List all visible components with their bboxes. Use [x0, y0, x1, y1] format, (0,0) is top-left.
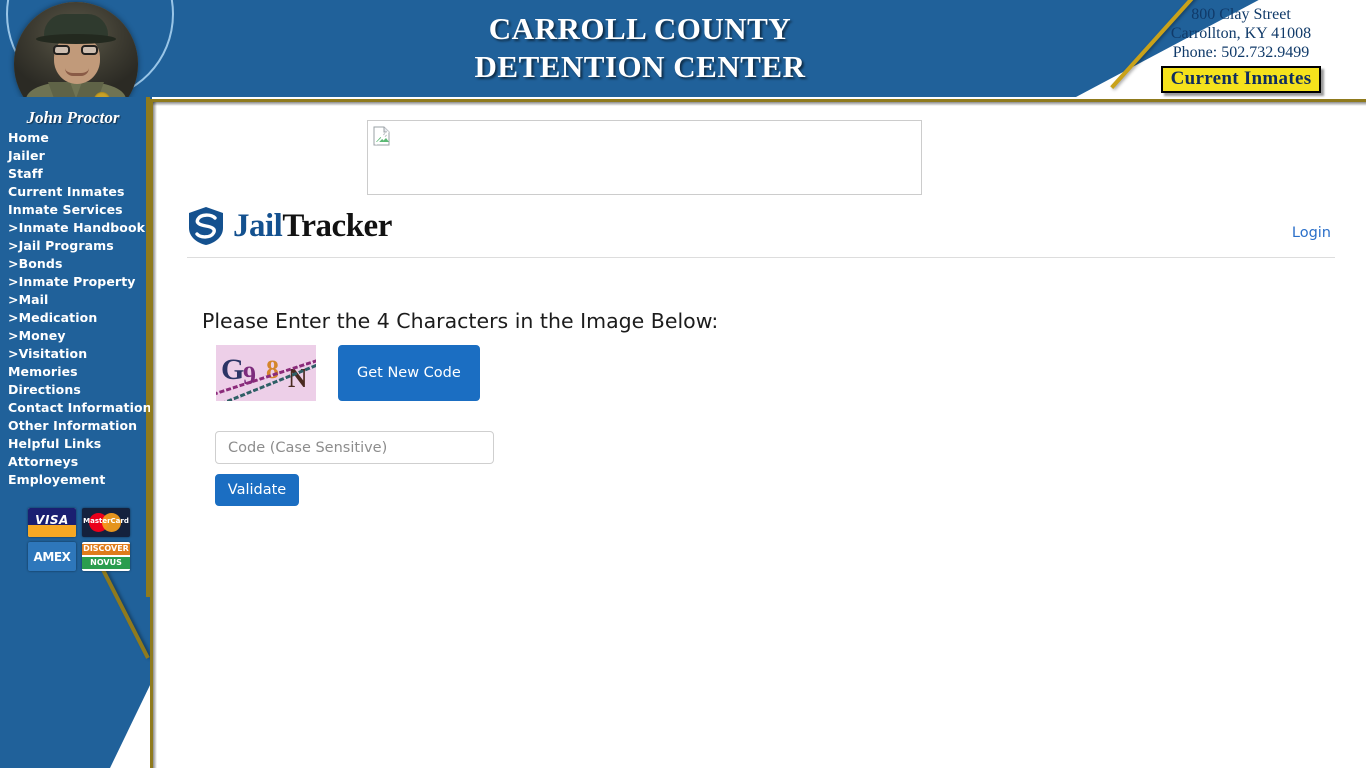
- address-city-state-zip: Carrollton, KY 41008: [1170, 25, 1312, 42]
- facility-title-line1: CARROLL COUNTY: [488, 11, 792, 46]
- captcha-code-input[interactable]: [215, 431, 494, 464]
- sidebar-item-label: Money: [18, 328, 66, 343]
- sidebar-item-label: Contact Information: [8, 400, 152, 415]
- jailtracker-header: JailTracker Login: [187, 206, 1335, 258]
- sidebar-item-label: Mail: [18, 292, 49, 307]
- sidebar-item-home[interactable]: Home: [8, 129, 148, 147]
- get-new-code-button[interactable]: Get New Code: [338, 345, 480, 401]
- mastercard-label: MasterCard: [83, 517, 129, 525]
- jailtracker-logo: JailTracker: [187, 206, 392, 246]
- sidebar-item-inmate-property[interactable]: >Inmate Property: [8, 273, 148, 291]
- sidebar-item-label: Visitation: [18, 346, 88, 361]
- captcha-char-2: 9: [243, 361, 256, 390]
- sidebar-item-employement[interactable]: Employement: [8, 471, 148, 489]
- sidebar-item-label: Inmate Services: [8, 202, 123, 217]
- novus-label: NOVUS: [90, 558, 122, 567]
- facility-address-block: 800 Clay Street Carrollton, KY 41008 Pho…: [1126, 5, 1356, 93]
- sidebar-item-label: Other Information: [8, 418, 138, 433]
- sidebar-item-directions[interactable]: Directions: [8, 381, 148, 399]
- chevron-right-icon: >: [8, 238, 19, 253]
- chevron-right-icon: >: [8, 292, 19, 307]
- chevron-right-icon: >: [8, 328, 19, 343]
- chevron-right-icon: >: [8, 310, 19, 325]
- chevron-right-icon: >: [8, 256, 19, 271]
- main-content: JailTracker Login Please Enter the 4 Cha…: [157, 106, 1366, 768]
- visa-label: VISA: [35, 513, 69, 527]
- sidebar-item-label: Inmate Handbook: [18, 220, 146, 235]
- sidebar-item-label: Employement: [8, 472, 106, 487]
- validate-button[interactable]: Validate: [215, 474, 299, 506]
- mastercard-card-logo: MasterCard: [82, 508, 130, 537]
- sidebar-item-label: Jailer: [8, 148, 45, 163]
- current-inmates-button[interactable]: Current Inmates: [1160, 66, 1322, 93]
- shield-icon: [189, 207, 223, 245]
- sidebar-item-inmate-services[interactable]: Inmate Services: [8, 201, 148, 219]
- captcha-image: G 9 8 N: [216, 345, 316, 401]
- facility-title-line2: DETENTION CENTER: [474, 49, 806, 84]
- amex-card-logo: AMEX: [28, 542, 76, 571]
- sidebar-nav: Home Jailer Staff Current Inmates Inmate Ser…: [8, 129, 152, 489]
- sidebar-item-label: Memories: [8, 364, 78, 379]
- sidebar-item-staff[interactable]: Staff: [8, 165, 148, 183]
- sidebar-item-medication[interactable]: >Medication: [8, 309, 148, 327]
- sidebar-item-label: Staff: [8, 166, 43, 181]
- sidebar-item-visitation[interactable]: >Visitation: [8, 345, 148, 363]
- facility-title: CARROLL COUNTY DETENTION CENTER: [330, 10, 950, 86]
- amex-label: AMEX: [33, 550, 71, 564]
- sidebar-item-label: Inmate Property: [18, 274, 136, 289]
- login-link[interactable]: Login: [1292, 225, 1331, 241]
- sidebar-item-jail-programs[interactable]: >Jail Programs: [8, 237, 148, 255]
- captcha-prompt: Please Enter the 4 Characters in the Ima…: [202, 309, 719, 333]
- banner-image-placeholder: [367, 120, 922, 195]
- address-street: 800 Clay Street: [1191, 6, 1291, 23]
- captcha-char-1: G: [221, 353, 245, 386]
- address-phone: Phone: 502.732.9499: [1172, 44, 1310, 61]
- chevron-right-icon: >: [8, 346, 19, 361]
- chevron-right-icon: >: [8, 220, 19, 235]
- page-root: CARROLL COUNTY DETENTION CENTER 800 Clay…: [0, 0, 1366, 768]
- sidebar-item-attorneys[interactable]: Attorneys: [8, 453, 148, 471]
- sidebar-item-label: Attorneys: [8, 454, 79, 469]
- sidebar-item-helpful-links[interactable]: Helpful Links: [8, 435, 148, 453]
- accepted-payment-cards: VISA MasterCard AMEX DISCOVER NOVUS: [28, 508, 136, 576]
- sidebar-item-label: Medication: [18, 310, 98, 325]
- sidebar-item-label: Helpful Links: [8, 436, 102, 451]
- chevron-right-icon: >: [8, 274, 19, 289]
- sidebar-item-other-information[interactable]: Other Information: [8, 417, 148, 435]
- sidebar-item-contact-information[interactable]: Contact Information: [8, 399, 152, 417]
- sidebar-item-current-inmates[interactable]: Current Inmates: [8, 183, 148, 201]
- sidebar-item-bonds[interactable]: >Bonds: [8, 255, 148, 273]
- captcha-row: G 9 8 N Get New Code: [216, 345, 480, 401]
- sidebar-item-label: Directions: [8, 382, 81, 397]
- sidebar-item-mail[interactable]: >Mail: [8, 291, 148, 309]
- sidebar-item-label: Jail Programs: [18, 238, 114, 253]
- sidebar-item-money[interactable]: >Money: [8, 327, 148, 345]
- sidebar-item-label: Current Inmates: [8, 184, 125, 199]
- brand-jail: Jail: [233, 208, 283, 244]
- sidebar-item-jailer[interactable]: Jailer: [8, 147, 148, 165]
- sidebar-item-label: Bonds: [18, 256, 63, 271]
- brand-tracker: Tracker: [282, 208, 392, 244]
- sidebar-item-memories[interactable]: Memories: [8, 363, 148, 381]
- jailer-name: John Proctor: [26, 108, 120, 127]
- jailtracker-wordmark: JailTracker: [233, 209, 392, 243]
- broken-image-icon: [373, 126, 390, 146]
- discover-novus-card-logo: DISCOVER NOVUS: [82, 542, 130, 571]
- sidebar-item-inmate-handbook[interactable]: >Inmate Handbook: [8, 219, 148, 237]
- sidebar-item-label: Home: [8, 130, 49, 145]
- discover-label: DISCOVER: [83, 544, 129, 553]
- visa-card-logo: VISA: [28, 508, 76, 537]
